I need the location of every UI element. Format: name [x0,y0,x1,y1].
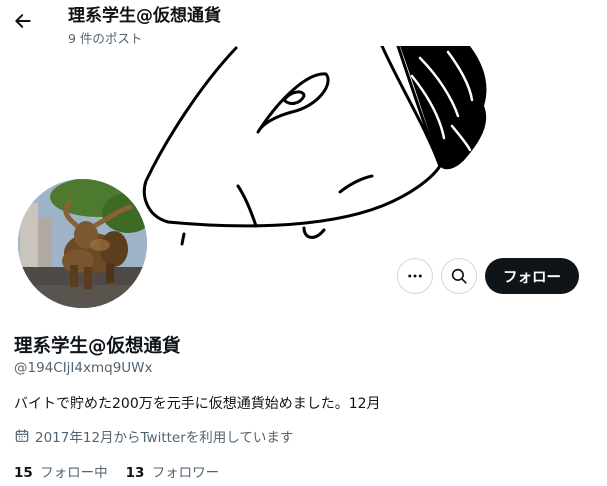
avatar-image [18,179,147,308]
avatar[interactable] [14,175,151,312]
followers-link[interactable]: 13 フォロワー [126,461,220,481]
following-count: 15 [14,465,33,481]
joined-text: 2017年12月からTwitterを利用しています [35,430,294,446]
display-name: 理系学生@仮想通貨 [14,336,181,357]
search-button[interactable] [441,258,477,294]
bio: バイトで貯めた200万を元手に仮想通貨始めました。12月 [14,396,381,412]
following-link[interactable]: 15 フォロー中 [14,461,108,481]
more-horizontal-icon [408,274,422,278]
header-title: 理系学生@仮想通貨 [68,6,221,26]
calendar-icon [15,429,29,442]
header-post-count: 9 件のポスト [68,31,143,46]
followers-count: 13 [125,465,145,481]
profile-header: 理系学生@仮想通貨 9 件のポスト [0,0,607,48]
arrow-left-icon [15,14,31,28]
joined-date: 2017年12月からTwitterを利用しています [14,426,293,446]
followers-label: フォロワー [151,465,220,481]
more-button[interactable] [397,258,433,294]
following-label: フォロー中 [40,465,108,481]
handle: @194CIjI4xmq9UWx [14,360,153,376]
search-icon [451,268,467,284]
back-button[interactable] [10,8,36,34]
profile-actions: フォロー [397,258,579,294]
follow-button[interactable]: フォロー [485,258,579,294]
follow-stats: 15 フォロー中 13 フォロワー [14,461,219,481]
